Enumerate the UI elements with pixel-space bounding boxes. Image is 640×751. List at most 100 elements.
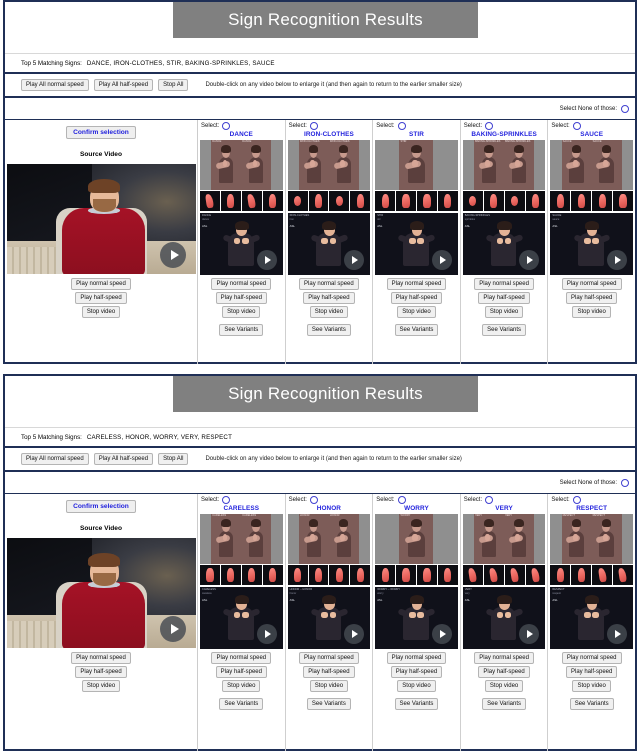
candidate-gloss[interactable]: IRON-CLOTHES xyxy=(288,131,371,138)
candidate-play-half-speed-button[interactable]: Play half-speed xyxy=(478,292,530,304)
candidate-stop-video-button[interactable]: Stop video xyxy=(397,306,436,318)
confirm-selection-button[interactable]: Confirm selection xyxy=(66,500,136,514)
candidate-play-half-speed-button[interactable]: Play half-speed xyxy=(390,292,443,304)
see-variants-button[interactable]: See Variants xyxy=(482,698,527,710)
select-candidate-radio[interactable] xyxy=(397,122,406,130)
play-icon[interactable] xyxy=(606,250,627,270)
candidate-gloss[interactable]: RESPECT xyxy=(550,505,633,512)
source-play-half-speed-button[interactable]: Play half-speed xyxy=(75,292,127,305)
confirm-selection-button[interactable]: Confirm selection xyxy=(66,126,136,140)
candidate-play-half-speed-button[interactable]: Play half-speed xyxy=(565,292,618,304)
candidate-stop-video-button[interactable]: Stop video xyxy=(484,306,524,318)
see-variants-button[interactable]: See Variants xyxy=(482,324,527,336)
candidate-play-normal-speed-button[interactable]: Play normal speed xyxy=(211,278,272,290)
candidate-gloss[interactable]: HONOR xyxy=(288,505,371,512)
candidate-gloss[interactable]: WORRY xyxy=(375,505,458,512)
candidate-video-player[interactable]: BAKING-SPRINKLES sprinkles ASL xyxy=(462,213,546,275)
source-play-normal-speed-button[interactable]: Play normal speed xyxy=(71,652,131,665)
play-all-normal-speed-button[interactable]: Play All normal speed xyxy=(21,453,89,465)
see-variants-button[interactable]: See Variants xyxy=(219,324,264,336)
play-icon[interactable] xyxy=(606,624,627,644)
candidate-video-player[interactable]: WORRY -- WORRY worry ASL xyxy=(375,587,458,649)
select-none-radio[interactable] xyxy=(621,104,629,113)
candidate-play-half-speed-button[interactable]: Play half-speed xyxy=(215,292,267,304)
candidate-play-normal-speed-button[interactable]: Play normal speed xyxy=(299,652,359,664)
handshape-thumbnail xyxy=(396,191,416,211)
results-body: Confirm selection Source Video Play norm… xyxy=(5,494,635,751)
candidate-stop-video-button[interactable]: Stop video xyxy=(397,680,436,692)
play-icon[interactable] xyxy=(256,624,277,644)
candidate-play-normal-speed-button[interactable]: Play normal speed xyxy=(561,278,622,290)
stop-all-button[interactable]: Stop All xyxy=(158,79,189,91)
handshape-thumbnail-strip xyxy=(462,191,546,211)
see-variants-button[interactable]: See Variants xyxy=(219,698,264,710)
select-candidate-radio[interactable] xyxy=(572,122,581,130)
candidate-video-player[interactable]: SAUCE sauce ASL xyxy=(550,213,633,275)
stop-all-button[interactable]: Stop All xyxy=(158,453,189,465)
candidate-stop-video-button[interactable]: Stop video xyxy=(222,306,261,318)
candidate-gloss[interactable]: CARELESS xyxy=(200,505,283,512)
candidate-stop-video-button[interactable]: Stop video xyxy=(309,680,349,692)
source-video-player[interactable] xyxy=(7,164,196,275)
candidate-gloss[interactable]: STIR xyxy=(375,131,458,138)
candidate-play-half-speed-button[interactable]: Play half-speed xyxy=(478,666,530,678)
play-all-half-speed-button[interactable]: Play All half-speed xyxy=(93,453,154,465)
candidate-play-half-speed-button[interactable]: Play half-speed xyxy=(390,666,443,678)
candidate-gloss[interactable]: SAUCE xyxy=(550,131,633,138)
candidate-stop-video-button[interactable]: Stop video xyxy=(572,306,611,318)
candidate-gloss[interactable]: BAKING-SPRINKLES xyxy=(463,131,546,138)
candidate-play-half-speed-button[interactable]: Play half-speed xyxy=(303,292,355,304)
candidate-video-player[interactable]: IRON-CLOTHES iron ASL xyxy=(287,213,371,275)
see-variants-button[interactable]: See Variants xyxy=(569,698,614,710)
candidate-gloss[interactable]: VERY xyxy=(463,505,546,512)
select-none-radio[interactable] xyxy=(621,478,629,487)
candidate-video-player[interactable]: STIR stir ASL xyxy=(375,213,458,275)
candidate-video-player[interactable]: HONOR -- HONOR honor ASL xyxy=(287,587,371,649)
play-icon[interactable] xyxy=(431,250,452,270)
select-candidate-radio[interactable] xyxy=(222,496,231,504)
see-variants-button[interactable]: See Variants xyxy=(306,698,351,710)
candidate-gloss[interactable]: DANCE xyxy=(200,131,283,138)
candidate-play-normal-speed-button[interactable]: Play normal speed xyxy=(211,652,272,664)
play-icon[interactable] xyxy=(519,250,540,270)
candidate-video-player[interactable]: RESPECT respect ASL xyxy=(550,587,633,649)
select-candidate-radio[interactable] xyxy=(485,496,494,504)
select-candidate-radio[interactable] xyxy=(309,122,318,130)
source-stop-video-button[interactable]: Stop video xyxy=(81,680,121,693)
select-candidate-radio[interactable] xyxy=(309,496,318,504)
candidate-stop-video-button[interactable]: Stop video xyxy=(309,306,349,318)
source-stop-video-button[interactable]: Stop video xyxy=(81,306,121,319)
candidate-play-normal-speed-button[interactable]: Play normal speed xyxy=(299,278,359,290)
candidate-stop-video-button[interactable]: Stop video xyxy=(222,680,261,692)
candidate-video-player[interactable]: CARELESS careless ASL xyxy=(200,587,283,649)
play-icon[interactable] xyxy=(344,624,365,644)
source-video-player[interactable] xyxy=(7,538,196,649)
candidate-play-half-speed-button[interactable]: Play half-speed xyxy=(215,666,267,678)
select-candidate-radio[interactable] xyxy=(222,122,231,130)
candidate-video-player[interactable]: DANCE dance ASL xyxy=(200,213,283,275)
select-candidate-radio[interactable] xyxy=(572,496,581,504)
candidate-video-player[interactable]: VERY very ASL xyxy=(462,587,546,649)
select-candidate-radio[interactable] xyxy=(397,496,406,504)
play-icon[interactable] xyxy=(519,624,540,644)
candidate-play-half-speed-button[interactable]: Play half-speed xyxy=(565,666,618,678)
candidate-play-normal-speed-button[interactable]: Play normal speed xyxy=(561,652,622,664)
play-all-half-speed-button[interactable]: Play All half-speed xyxy=(93,79,154,91)
source-play-half-speed-button[interactable]: Play half-speed xyxy=(75,666,127,679)
play-icon[interactable] xyxy=(256,250,277,270)
candidate-play-half-speed-button[interactable]: Play half-speed xyxy=(303,666,355,678)
candidate-stop-video-button[interactable]: Stop video xyxy=(572,680,611,692)
candidate-play-normal-speed-button[interactable]: Play normal speed xyxy=(386,278,447,290)
see-variants-button[interactable]: See Variants xyxy=(394,698,439,710)
see-variants-button[interactable]: See Variants xyxy=(306,324,351,336)
play-all-normal-speed-button[interactable]: Play All normal speed xyxy=(21,79,89,91)
play-icon[interactable] xyxy=(431,624,452,644)
play-icon[interactable] xyxy=(344,250,365,270)
source-play-normal-speed-button[interactable]: Play normal speed xyxy=(71,278,131,291)
see-variants-button[interactable]: See Variants xyxy=(394,324,439,336)
candidate-stop-video-button[interactable]: Stop video xyxy=(484,680,524,692)
select-candidate-radio[interactable] xyxy=(485,122,494,130)
candidate-play-normal-speed-button[interactable]: Play normal speed xyxy=(386,652,447,664)
candidate-play-normal-speed-button[interactable]: Play normal speed xyxy=(474,652,534,664)
candidate-play-normal-speed-button[interactable]: Play normal speed xyxy=(474,278,534,290)
